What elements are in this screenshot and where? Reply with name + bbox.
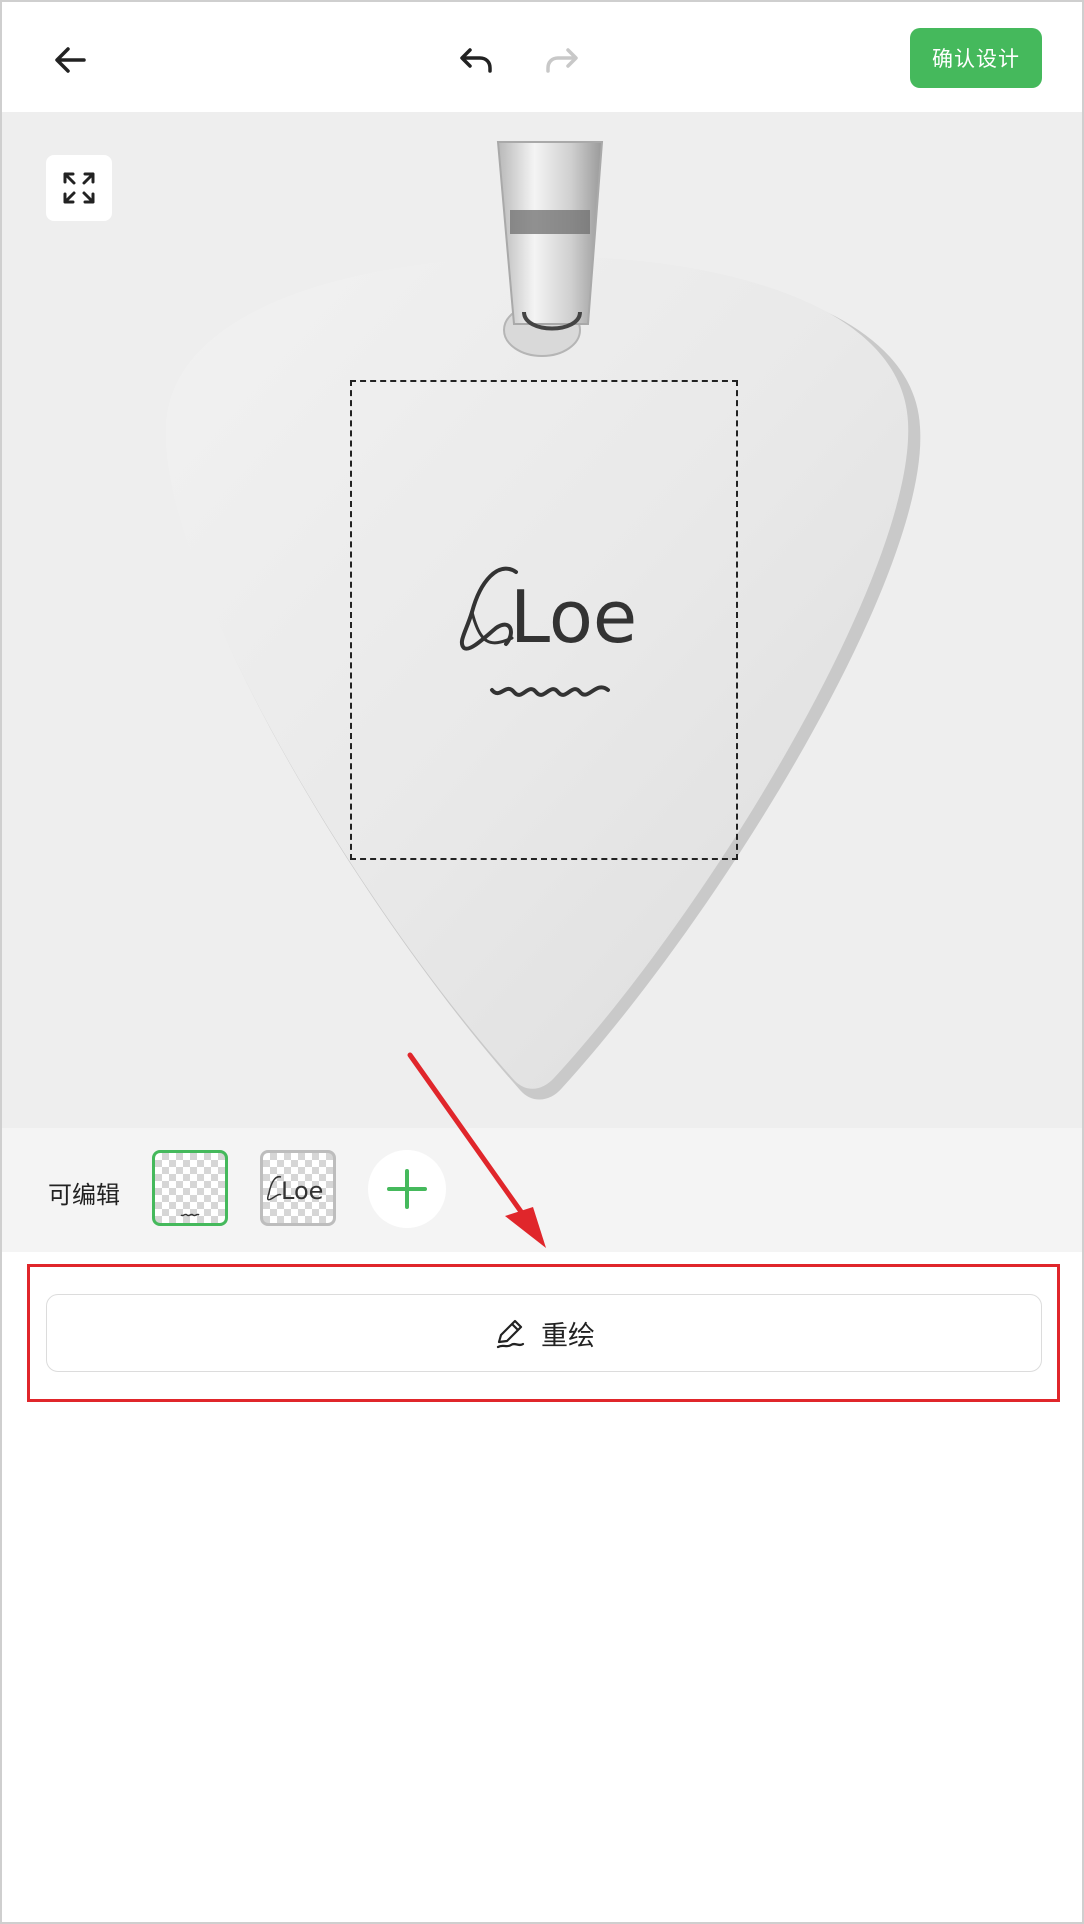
- undo-icon: [460, 48, 492, 73]
- design-artwork[interactable]: Loe: [450, 552, 650, 712]
- pencil-icon: [496, 1319, 525, 1349]
- layer-thumb-text[interactable]: Loe: [260, 1150, 336, 1226]
- add-layer-button[interactable]: [368, 1150, 446, 1228]
- text-preview: Loe: [266, 1175, 323, 1205]
- layer-thumb-text-label: Loe: [281, 1177, 323, 1205]
- redraw-label: 重绘: [541, 1320, 595, 1352]
- layer-thumb-squiggle[interactable]: [152, 1150, 228, 1226]
- plus-icon: [387, 1169, 427, 1209]
- redraw-button[interactable]: 重绘: [46, 1294, 1042, 1372]
- back-button[interactable]: [42, 32, 98, 88]
- confirm-design-button[interactable]: 确认设计: [910, 28, 1042, 88]
- expand-icon: [63, 172, 95, 204]
- squiggle-preview: [180, 1213, 200, 1217]
- fullscreen-button[interactable]: [46, 155, 112, 221]
- design-text: Loe: [510, 575, 637, 659]
- redo-icon: [546, 48, 578, 73]
- app-frame: 确认设计 Loe 可编辑 Loe 重绘: [0, 0, 1084, 1924]
- undo-button[interactable]: [448, 32, 504, 88]
- editable-label: 可编辑: [48, 1181, 120, 1209]
- arrow-left-icon: [55, 47, 86, 73]
- redo-button[interactable]: [534, 32, 590, 88]
- design-canvas[interactable]: Loe: [2, 112, 1082, 1128]
- top-bar: 确认设计: [2, 2, 1082, 112]
- layers-panel: 可编辑 Loe: [2, 1128, 1082, 1252]
